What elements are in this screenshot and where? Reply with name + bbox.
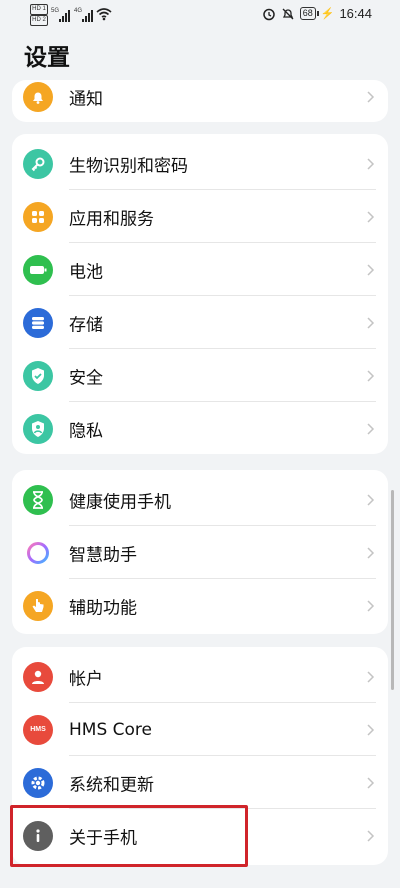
- settings-item-label: 智慧助手: [69, 545, 137, 565]
- settings-card-3: 健康使用手机 智慧助手 辅助功能: [12, 470, 388, 634]
- hms-icon: HMS: [23, 714, 53, 745]
- settings-item-label: 系统和更新: [69, 775, 154, 795]
- chevron-right-icon: [367, 829, 375, 842]
- settings-item-privacy[interactable]: 隐私: [12, 402, 388, 454]
- settings-item-apps[interactable]: 应用和服务: [12, 190, 388, 243]
- gear-icon: [23, 767, 53, 798]
- mute-bell-icon: [282, 8, 294, 19]
- settings-card-2: 生物识别和密码 应用和服务 电池 存储 安全 隐私: [12, 134, 388, 454]
- chevron-right-icon: [367, 776, 375, 789]
- status-bar: HD 1 HD 2 5G 4G 68 ⚡ 16:44: [0, 0, 400, 30]
- user-icon: [23, 661, 53, 692]
- settings-item-label: 安全: [69, 368, 103, 388]
- hourglass-icon: [23, 484, 53, 515]
- settings-card-1: 通知: [12, 80, 388, 122]
- privacy-icon: [23, 413, 53, 444]
- key-icon: [23, 148, 53, 179]
- settings-item-label: 隐私: [69, 421, 103, 441]
- shield-check-icon: [23, 360, 53, 391]
- chevron-right-icon: [367, 422, 375, 435]
- chevron-right-icon: [367, 210, 375, 223]
- settings-item-label: 帐户: [69, 669, 103, 689]
- chevron-right-icon: [367, 157, 375, 170]
- settings-item-biometrics[interactable]: 生物识别和密码: [12, 137, 388, 190]
- settings-item-hms-core[interactable]: HMS HMS Core: [12, 703, 388, 756]
- settings-item-battery[interactable]: 电池: [12, 243, 388, 296]
- chevron-right-icon: [367, 493, 375, 506]
- chevron-right-icon: [367, 90, 375, 103]
- settings-item-notifications[interactable]: 通知: [12, 80, 388, 122]
- settings-item-label: 生物识别和密码: [69, 156, 188, 176]
- settings-item-security[interactable]: 安全: [12, 349, 388, 402]
- clock: 16:44: [339, 6, 372, 21]
- hand-tap-icon: [23, 590, 53, 621]
- settings-item-label: 电池: [69, 262, 103, 282]
- settings-item-accessibility[interactable]: 辅助功能: [12, 579, 388, 632]
- alarm-icon: [262, 8, 275, 20]
- chevron-right-icon: [367, 546, 375, 559]
- settings-item-storage[interactable]: 存储: [12, 296, 388, 349]
- network-type-1: 5G: [51, 8, 60, 14]
- wifi-icon: [96, 8, 112, 21]
- network-type-2: 4G: [74, 8, 83, 14]
- chevron-right-icon: [367, 599, 375, 612]
- settings-item-label: 辅助功能: [69, 598, 137, 618]
- chevron-right-icon: [367, 316, 375, 329]
- battery-icon: [23, 254, 53, 285]
- battery-indicator: 68: [299, 7, 319, 20]
- settings-item-digital-balance[interactable]: 健康使用手机: [12, 473, 388, 526]
- settings-item-label: 应用和服务: [69, 209, 154, 229]
- storage-icon: [23, 307, 53, 338]
- settings-item-label: HMS Core: [69, 719, 152, 740]
- settings-item-assistant[interactable]: 智慧助手: [12, 526, 388, 579]
- apps-grid-icon: [23, 201, 53, 232]
- chevron-right-icon: [367, 723, 375, 736]
- signal-icon: [59, 10, 70, 22]
- settings-item-label: 通知: [69, 89, 103, 109]
- settings-item-label: 存储: [69, 315, 103, 335]
- chevron-right-icon: [367, 369, 375, 382]
- scrollbar[interactable]: [391, 490, 394, 690]
- status-right: 68 ⚡ 16:44: [262, 6, 372, 21]
- sim2-badge: HD 2: [30, 15, 48, 26]
- charging-icon: ⚡: [320, 8, 335, 20]
- chevron-right-icon: [367, 263, 375, 276]
- assistant-ring-icon: [23, 537, 53, 568]
- signal-icon: [82, 10, 93, 22]
- settings-item-account[interactable]: 帐户: [12, 650, 388, 703]
- settings-item-label: 健康使用手机: [69, 492, 171, 512]
- bell-icon: [23, 81, 53, 112]
- hms-icon-text: HMS: [30, 726, 46, 733]
- page-title: 设置: [24, 45, 70, 71]
- highlight-box: [10, 805, 248, 867]
- settings-item-system-update[interactable]: 系统和更新: [12, 756, 388, 809]
- sim1-badge: HD 1: [30, 4, 48, 15]
- chevron-right-icon: [367, 670, 375, 683]
